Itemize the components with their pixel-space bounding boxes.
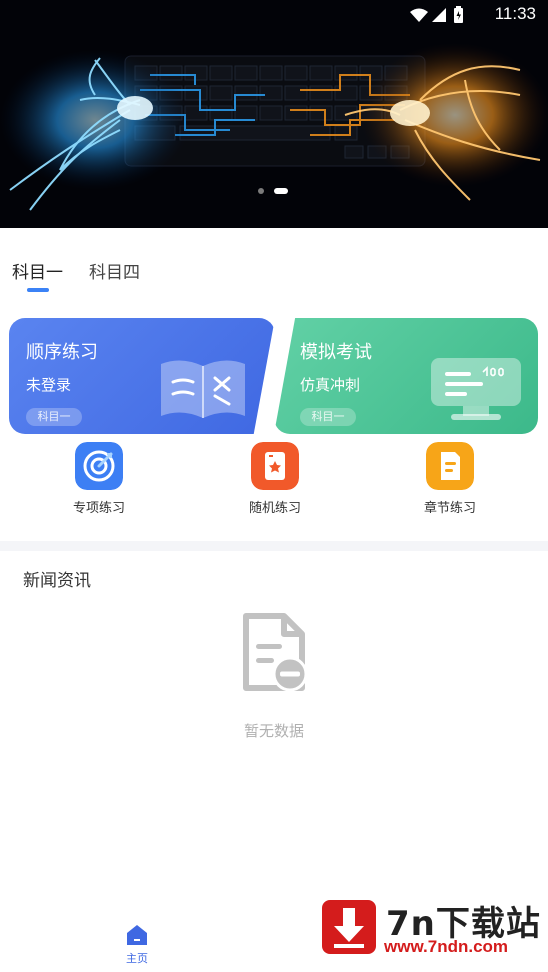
- exam-monitor-icon: [431, 358, 521, 420]
- nav-label: 主页: [126, 952, 148, 965]
- nav-item-home[interactable]: 主页: [112, 920, 162, 970]
- card-title: 顺序练习: [26, 342, 98, 363]
- tab-active-underline: [27, 288, 49, 292]
- chapter-practice-button[interactable]: 章节练习: [395, 442, 505, 518]
- random-practice-button[interactable]: 随机练习: [220, 442, 330, 518]
- status-bar: 11:33: [0, 0, 548, 30]
- download-logo-icon: [322, 900, 376, 954]
- signal-icon: [432, 8, 446, 22]
- status-time: 11:33: [494, 4, 536, 23]
- function-label: 随机练习: [248, 501, 301, 516]
- card-tag: 科目一: [26, 408, 82, 426]
- empty-state-text: 暂无数据: [243, 722, 304, 740]
- card-tag: 科目一: [300, 408, 356, 426]
- tab-subject-one[interactable]: 科目一: [12, 258, 63, 283]
- card-title: 模拟考试: [300, 342, 372, 363]
- site-watermark: 7n下载站 www.7ndn.com: [306, 880, 548, 972]
- tab-subject-four[interactable]: 科目四: [89, 258, 140, 283]
- empty-document-icon: [243, 613, 308, 692]
- section-divider: [0, 541, 548, 551]
- document-icon: [426, 442, 474, 490]
- card-subtitle: 未登录: [26, 376, 72, 394]
- carousel-indicator: [258, 187, 292, 195]
- target-icon: [75, 442, 123, 490]
- card-subtitle: 仿真冲刺: [300, 376, 361, 394]
- watermark-url: www.7ndn.com: [384, 937, 509, 956]
- news-section-title: 新闻资讯: [23, 571, 91, 591]
- function-label: 章节练习: [423, 501, 476, 516]
- mock-exam-card[interactable]: 模拟考试 仿真冲刺 科目一: [274, 318, 538, 434]
- banner-carousel[interactable]: 11:33: [0, 0, 548, 228]
- status-icons: [408, 6, 474, 24]
- sequential-practice-card[interactable]: 顺序练习 未登录 科目一: [9, 318, 275, 434]
- carousel-dot-active[interactable]: [274, 188, 288, 194]
- wifi-icon: [410, 8, 428, 22]
- function-label: 专项练习: [72, 501, 125, 516]
- carousel-dot[interactable]: [258, 188, 264, 194]
- home-icon: [127, 925, 147, 945]
- card-star-icon: [251, 442, 299, 490]
- open-book-icon: [161, 360, 245, 418]
- special-practice-button[interactable]: 专项练习: [44, 442, 154, 518]
